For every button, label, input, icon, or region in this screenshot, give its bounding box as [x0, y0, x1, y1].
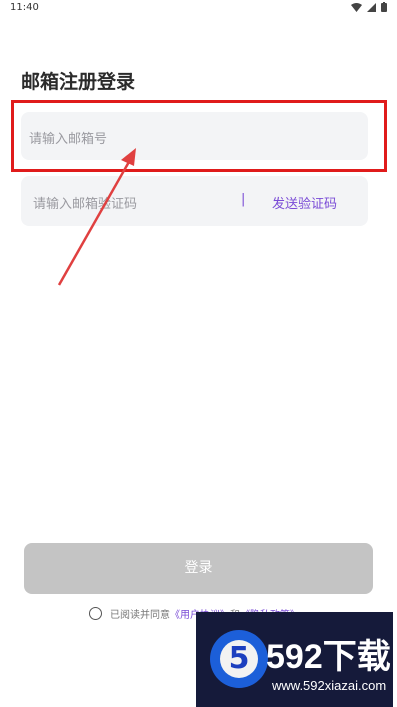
watermark-logo-digit: 5: [220, 640, 258, 678]
radio-unchecked-icon[interactable]: [89, 607, 102, 620]
arrow-annotation-icon: [57, 148, 136, 286]
watermark-url: www.592xiazai.com: [272, 678, 387, 693]
watermark-overlay: 5 592下载 www.592xiazai.com: [196, 612, 393, 707]
agreement-prefix: 已阅读并同意: [110, 610, 170, 621]
watermark-brand: 592下载: [266, 638, 391, 676]
watermark-logo-icon: 5: [210, 630, 268, 688]
login-button[interactable]: 登录: [24, 543, 373, 594]
